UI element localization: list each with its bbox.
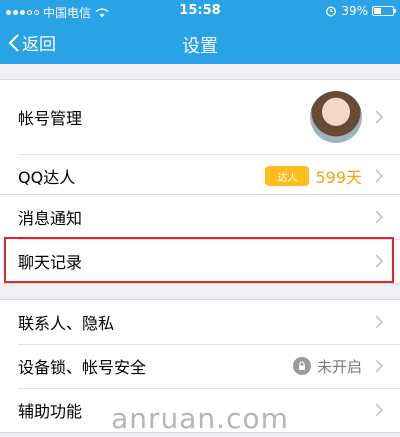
notifications-row[interactable]: 消息通知 (0, 195, 400, 239)
page-title: 设置 (182, 36, 218, 57)
expert-days: 599天 (315, 168, 362, 187)
settings-group-messages: 消息通知 聊天记录 (0, 194, 400, 284)
qq-expert-row[interactable]: QQ达人 达人 599天 (0, 154, 400, 198)
watermark: anruan.com (111, 402, 289, 435)
alarm-icon (326, 6, 337, 17)
avatar (310, 91, 362, 143)
row-label: 消息通知 (18, 209, 83, 228)
row-label: QQ达人 (18, 168, 76, 187)
chevron-right-icon (375, 315, 384, 329)
account-management-row[interactable]: 帐号管理 (0, 80, 400, 154)
row-label: 帐号管理 (18, 109, 83, 128)
chevron-right-icon (375, 210, 384, 224)
battery-percent: 39% (341, 4, 368, 18)
chevron-right-icon (375, 169, 384, 183)
device-lock-value: 未开启 (316, 357, 362, 376)
row-label: 联系人、隐私 (18, 314, 115, 333)
status-bar: 中国电信 15:58 39% (0, 0, 400, 22)
expert-badge: 达人 (265, 166, 310, 186)
chevron-right-icon (375, 359, 384, 373)
contacts-privacy-row[interactable]: 联系人、隐私 (0, 300, 400, 344)
nav-bar: 返回 设置 (0, 22, 400, 64)
chevron-right-icon (375, 254, 384, 268)
device-lock-status: 未开启 (292, 356, 362, 377)
row-label: 设备锁、帐号安全 (18, 358, 147, 377)
row-label: 聊天记录 (18, 253, 83, 272)
device-lock-row[interactable]: 设备锁、帐号安全 未开启 (0, 344, 400, 388)
qq-level: 达人 599天 (265, 164, 362, 188)
chevron-right-icon (375, 110, 384, 124)
battery-icon (372, 6, 396, 16)
settings-group-account: 帐号管理 QQ达人 达人 599天 (0, 79, 400, 199)
chat-history-row[interactable]: 聊天记录 (0, 239, 400, 283)
lock-icon (292, 357, 311, 375)
